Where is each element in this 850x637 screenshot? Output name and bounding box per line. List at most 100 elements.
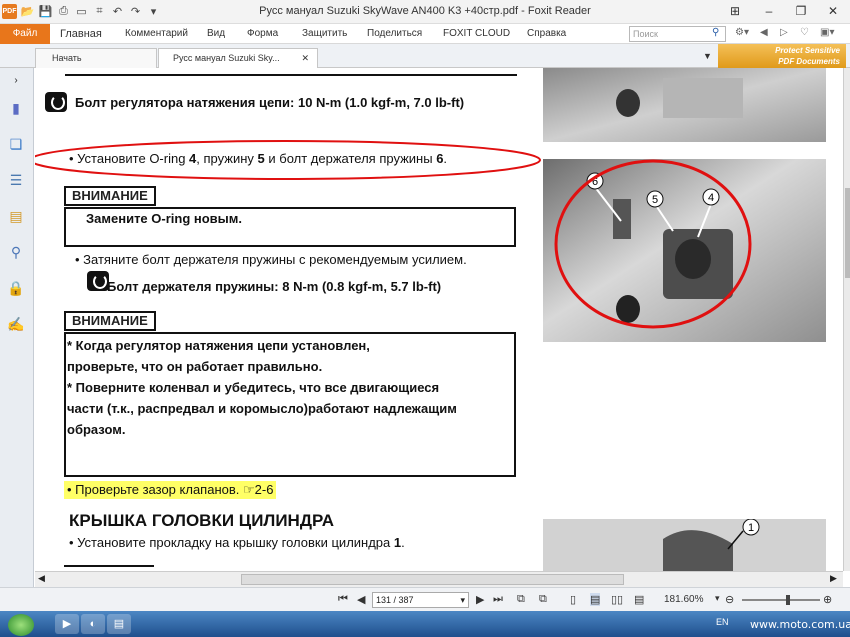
tab-view[interactable]: Вид <box>207 28 225 39</box>
engine-photo-top <box>543 68 826 142</box>
tighten-instruction: • Затяните болт держателя пружины с реко… <box>75 252 467 267</box>
protect-badge[interactable]: Protect Sensitive PDF Documents <box>718 44 846 68</box>
title-bar: PDF 📂 💾 ⎙ ▭ ⌗ ↶ ↷ ▾ Русс мануал Suzuki S… <box>0 0 850 24</box>
gasket-instruction: • Установите прокладку на крышку головки… <box>69 535 405 550</box>
status-bar: ⏮ ◀ 131 / 387 ▾ ▶ ⏭ ⧉ ⧉ ▯ ▤ ▯▯ ▤ 181.60%… <box>0 587 850 611</box>
security-icon[interactable]: 🔒 <box>6 278 26 298</box>
page-dropdown-icon[interactable]: ▾ <box>460 593 465 607</box>
vertical-scroll-thumb[interactable] <box>845 188 850 278</box>
tab-start[interactable]: Начать <box>35 48 157 68</box>
tab-list-dropdown-icon[interactable]: ▼ <box>703 51 712 61</box>
valve-check-text: • Проверьте зазор клапанов. <box>67 482 240 497</box>
last-page-icon[interactable]: ⏭ <box>493 593 503 606</box>
scroll-right-icon[interactable]: ▶ <box>830 573 837 584</box>
valve-reference: 2-6 <box>254 482 274 497</box>
continuous-page-icon[interactable]: ▤ <box>590 593 601 606</box>
engine-photo-middle: 6 5 4 <box>543 159 826 342</box>
start-button[interactable] <box>8 614 34 636</box>
caution-label-1: ВНИМАНИЕ <box>64 186 156 206</box>
ribbon: Файл Главная Комментарий Вид Форма Защит… <box>0 24 850 44</box>
section-title: КРЫШКА ГОЛОВКИ ЦИЛИНДРА <box>69 511 335 530</box>
vertical-scrollbar[interactable] <box>843 68 850 571</box>
annotation-ellipse-1 <box>35 140 541 180</box>
protect-badge-line-2: PDF Documents <box>778 57 840 66</box>
comments-icon[interactable]: ▤ <box>6 206 26 226</box>
tab-start-label: Начать <box>52 53 82 63</box>
caution-line-1: * Когда регулятор натяжения цепи установ… <box>67 338 370 353</box>
reference-hand-icon: ☞ <box>243 482 255 497</box>
tab-protect[interactable]: Защитить <box>302 28 347 39</box>
tab-home[interactable]: Главная <box>60 28 102 40</box>
user-icon[interactable]: ▣▾ <box>820 27 834 38</box>
box-bottom-border <box>65 70 517 76</box>
callout-4: 4 <box>708 192 714 204</box>
protect-badge-line-1: Protect Sensitive <box>775 46 840 55</box>
torque-spec-1: Болт регулятора натяжения цепи: 10 N-m (… <box>75 95 465 110</box>
caution-text-1: Замените O-ring новым. <box>86 211 242 226</box>
horizontal-scrollbar[interactable]: ◀ ▶ <box>35 571 843 587</box>
zoom-slider[interactable] <box>742 595 820 605</box>
valve-check-highlight: • Проверьте зазор клапанов. ☞2-6 <box>64 481 277 499</box>
zoom-out-icon[interactable]: ⊖ <box>725 593 734 606</box>
caution-line-4: части (т.к., распредвал и коромысло)рабо… <box>67 401 457 416</box>
document-view[interactable]: Болт регулятора натяжения цепи: 10 N-m (… <box>35 68 843 571</box>
torque-spec-2: Болт держателя пружины: 8 N-m (0.8 kgf-m… <box>107 279 442 294</box>
caution-line-3: * Поверните коленвал и убедитесь, что вс… <box>67 380 440 395</box>
pages-icon[interactable]: ❏ <box>6 134 26 154</box>
expand-panel-icon[interactable]: › <box>6 70 26 90</box>
single-page-icon[interactable]: ▯ <box>570 593 576 606</box>
taskbar: ▶ ◐ ▤ EN <box>0 611 850 637</box>
close-window-button[interactable]: ✕ <box>820 2 846 20</box>
file-tab[interactable]: Файл <box>0 24 50 44</box>
tab-form[interactable]: Форма <box>247 28 278 39</box>
engine-photo-bottom: 1 <box>543 519 826 571</box>
tab-share[interactable]: Поделиться <box>367 28 422 39</box>
back-icon[interactable]: ◀ <box>760 27 768 38</box>
heart-icon[interactable]: ♡ <box>800 27 809 38</box>
zoom-slider-thumb[interactable] <box>786 595 790 605</box>
zoom-level[interactable]: 181.60% <box>664 594 703 605</box>
page-number-field[interactable]: 131 / 387 ▾ <box>372 592 469 608</box>
tab-help[interactable]: Справка <box>527 28 566 39</box>
torque-wrench-icon-2 <box>87 271 109 291</box>
tab-document[interactable]: Русс мануал Suzuki Sky... ✕ <box>158 48 318 68</box>
zoom-in-icon[interactable]: ⊕ <box>823 593 832 606</box>
signature-icon[interactable]: ✍ <box>6 314 26 334</box>
scroll-left-icon[interactable]: ◀ <box>38 573 45 584</box>
next-view-icon[interactable]: ⧉ <box>539 593 547 606</box>
first-page-icon[interactable]: ⏮ <box>338 593 348 606</box>
app-icon-2[interactable]: ◐ <box>81 614 105 634</box>
watermark-text: www.moto.com.ua <box>750 618 850 631</box>
gasket-end: . <box>401 535 405 550</box>
previous-view-icon[interactable]: ⧉ <box>517 593 525 606</box>
caution-line-5: образом. <box>67 422 126 437</box>
callout-1: 1 <box>748 522 754 534</box>
layers-icon[interactable]: ☰ <box>6 170 26 190</box>
app-icon-1[interactable]: ▶ <box>55 614 79 634</box>
tab-document-label: Русс мануал Suzuki Sky... <box>173 53 280 63</box>
forward-icon[interactable]: ▷ <box>780 27 788 38</box>
zoom-dropdown-icon[interactable]: ▾ <box>715 593 720 604</box>
caution-label-2: ВНИМАНИЕ <box>64 311 156 331</box>
continuous-facing-icon[interactable]: ▤ <box>634 593 644 606</box>
tab-foxit-cloud[interactable]: FOXIT CLOUD <box>443 28 510 39</box>
caution-line-2: проверьте, что он работает правильно. <box>67 359 323 374</box>
tab-comment[interactable]: Комментарий <box>125 28 188 39</box>
facing-page-icon[interactable]: ▯▯ <box>611 593 623 606</box>
bookmark-icon[interactable]: ▮ <box>6 98 26 118</box>
language-indicator[interactable]: EN <box>716 617 729 627</box>
settings-icon[interactable]: ⚙▾ <box>735 27 749 38</box>
search-icon[interactable]: ⚲ <box>712 27 719 38</box>
gasket-text: • Установите прокладку на крышку головки… <box>69 535 394 550</box>
close-tab-icon[interactable]: ✕ <box>301 53 309 64</box>
app-icon-3[interactable]: ▤ <box>107 614 131 634</box>
torque-wrench-icon <box>45 92 67 112</box>
next-page-icon[interactable]: ▶ <box>476 593 484 606</box>
attachments-icon[interactable]: ⚲ <box>6 242 26 262</box>
horizontal-scroll-thumb[interactable] <box>241 574 624 585</box>
page-number-value: 131 / 387 <box>376 595 414 605</box>
layout-icon[interactable]: ⊞ <box>722 2 748 20</box>
previous-page-icon[interactable]: ◀ <box>357 593 365 606</box>
restore-button[interactable]: ❐ <box>788 2 814 20</box>
minimize-button[interactable]: – <box>756 2 782 20</box>
